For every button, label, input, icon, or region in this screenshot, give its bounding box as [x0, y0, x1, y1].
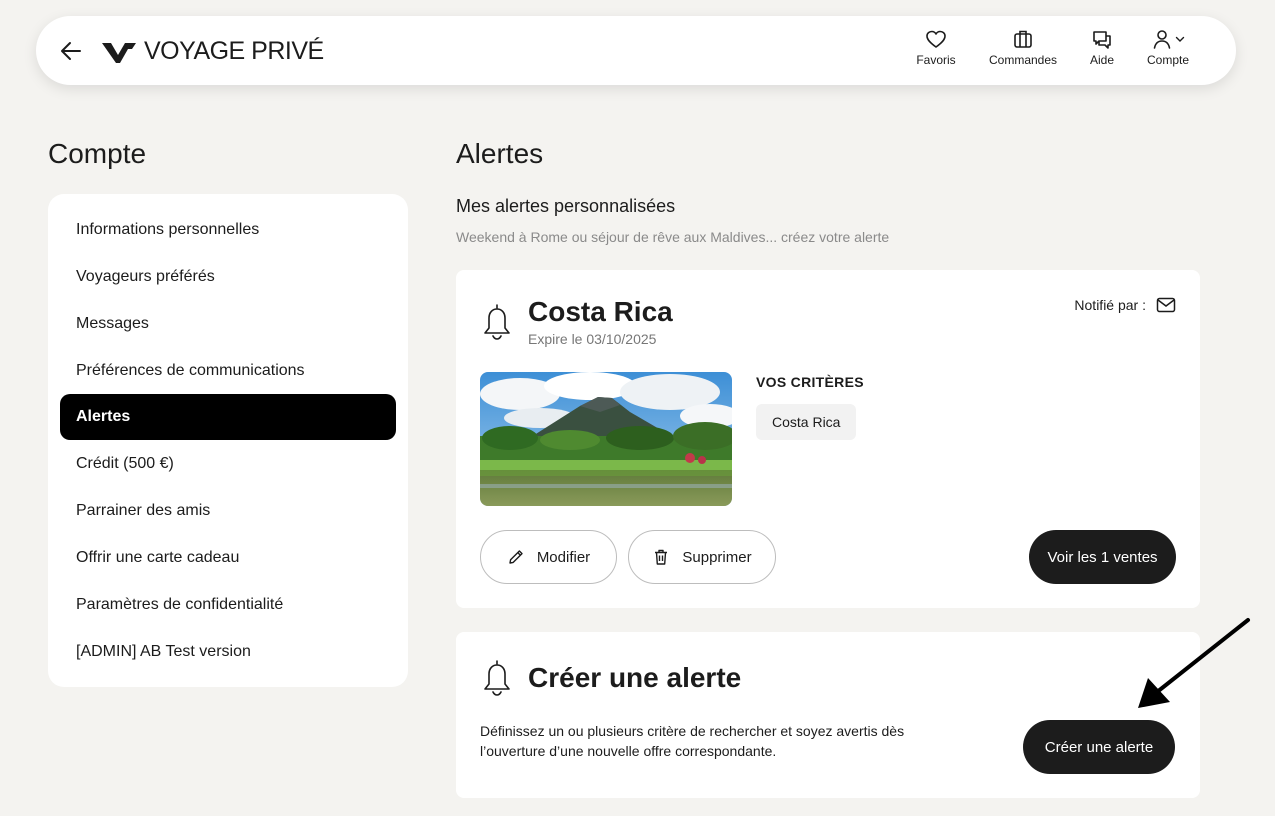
volcano-landscape-image	[480, 372, 732, 506]
nav-favoris[interactable]: Favoris	[913, 28, 959, 67]
mail-icon	[1156, 297, 1176, 313]
notification-channel: Notifié par :	[1074, 297, 1176, 313]
delete-alert-label: Supprimer	[682, 548, 752, 566]
user-icon	[1153, 30, 1171, 49]
notified-by-label: Notifié par :	[1074, 297, 1146, 313]
chevron-down-icon	[1175, 36, 1185, 42]
create-alert-title: Créer une alerte	[528, 662, 742, 693]
edit-alert-button[interactable]: Modifier	[480, 530, 617, 584]
nav-aide[interactable]: Aide	[1084, 28, 1120, 67]
sidebar-item-confidentialite[interactable]: Paramètres de confidentialité	[60, 582, 396, 628]
account-sidebar: Informations personnelles Voyageurs préf…	[48, 194, 408, 687]
section-title: Mes alertes personnalisées	[456, 196, 676, 216]
nav-compte-label: Compte	[1146, 53, 1190, 67]
sidebar-title: Compte	[48, 138, 147, 169]
nav-commandes-label: Commandes	[988, 53, 1058, 67]
sidebar-item-messages[interactable]: Messages	[60, 301, 396, 347]
brand-logo[interactable]: VOYAGE PRIVÉ	[102, 37, 324, 66]
sidebar-item-admin-ab-test[interactable]: [ADMIN] AB Test version	[60, 629, 396, 675]
create-alert-button[interactable]: Créer une alerte	[1023, 720, 1175, 774]
sidebar-item-alertes[interactable]: Alertes	[60, 394, 396, 440]
bell-icon	[484, 304, 510, 340]
alert-card: Costa Rica Expire le 03/10/2025 Notifié …	[456, 270, 1200, 608]
brand-name: VOYAGE PRIVÉ	[144, 37, 324, 65]
criteria-title: VOS CRITÈRES	[756, 374, 864, 390]
trash-icon	[655, 549, 668, 565]
nav-commandes[interactable]: Commandes	[984, 28, 1062, 67]
sidebar-item-carte-cadeau[interactable]: Offrir une carte cadeau	[60, 535, 396, 581]
logo-mark-icon	[102, 42, 136, 63]
edit-alert-label: Modifier	[536, 548, 591, 566]
criteria-chip: Costa Rica	[756, 404, 857, 440]
section-subtitle: Weekend à Rome ou séjour de rêve aux Mal…	[456, 229, 890, 245]
sidebar-item-informations-personnelles[interactable]: Informations personnelles	[60, 207, 396, 253]
chat-icon	[1093, 31, 1111, 49]
delete-alert-button[interactable]: Supprimer	[628, 530, 776, 584]
alert-expiry-date: Expire le 03/10/2025	[528, 331, 657, 347]
view-sales-button[interactable]: Voir les 1 ventes	[1029, 530, 1176, 584]
nav-compte[interactable]: Compte	[1142, 28, 1194, 67]
nav-favoris-label: Favoris	[916, 53, 956, 67]
top-header: VOYAGE PRIVÉ Favoris Commandes Aide Comp…	[36, 16, 1236, 85]
create-alert-card: Créer une alerte Définissez un ou plusie…	[456, 632, 1200, 798]
nav-aide-label: Aide	[1089, 53, 1115, 67]
sidebar-item-parrainer[interactable]: Parrainer des amis	[60, 488, 396, 534]
alert-title: Costa Rica	[528, 296, 673, 327]
destination-photo	[480, 372, 732, 506]
back-arrow-icon[interactable]	[58, 38, 84, 64]
bell-icon	[484, 660, 510, 696]
page-title: Alertes	[456, 138, 544, 169]
sidebar-item-preferences-communications[interactable]: Préférences de communications	[60, 348, 396, 394]
create-alert-description: Définissez un ou plusieurs critère de re…	[480, 723, 905, 759]
pencil-icon	[509, 550, 523, 564]
heart-icon	[926, 30, 946, 48]
sidebar-item-voyageurs-preferes[interactable]: Voyageurs préférés	[60, 254, 396, 300]
suitcase-icon	[1014, 30, 1032, 48]
sidebar-item-credit[interactable]: Crédit (500 €)	[60, 441, 396, 487]
